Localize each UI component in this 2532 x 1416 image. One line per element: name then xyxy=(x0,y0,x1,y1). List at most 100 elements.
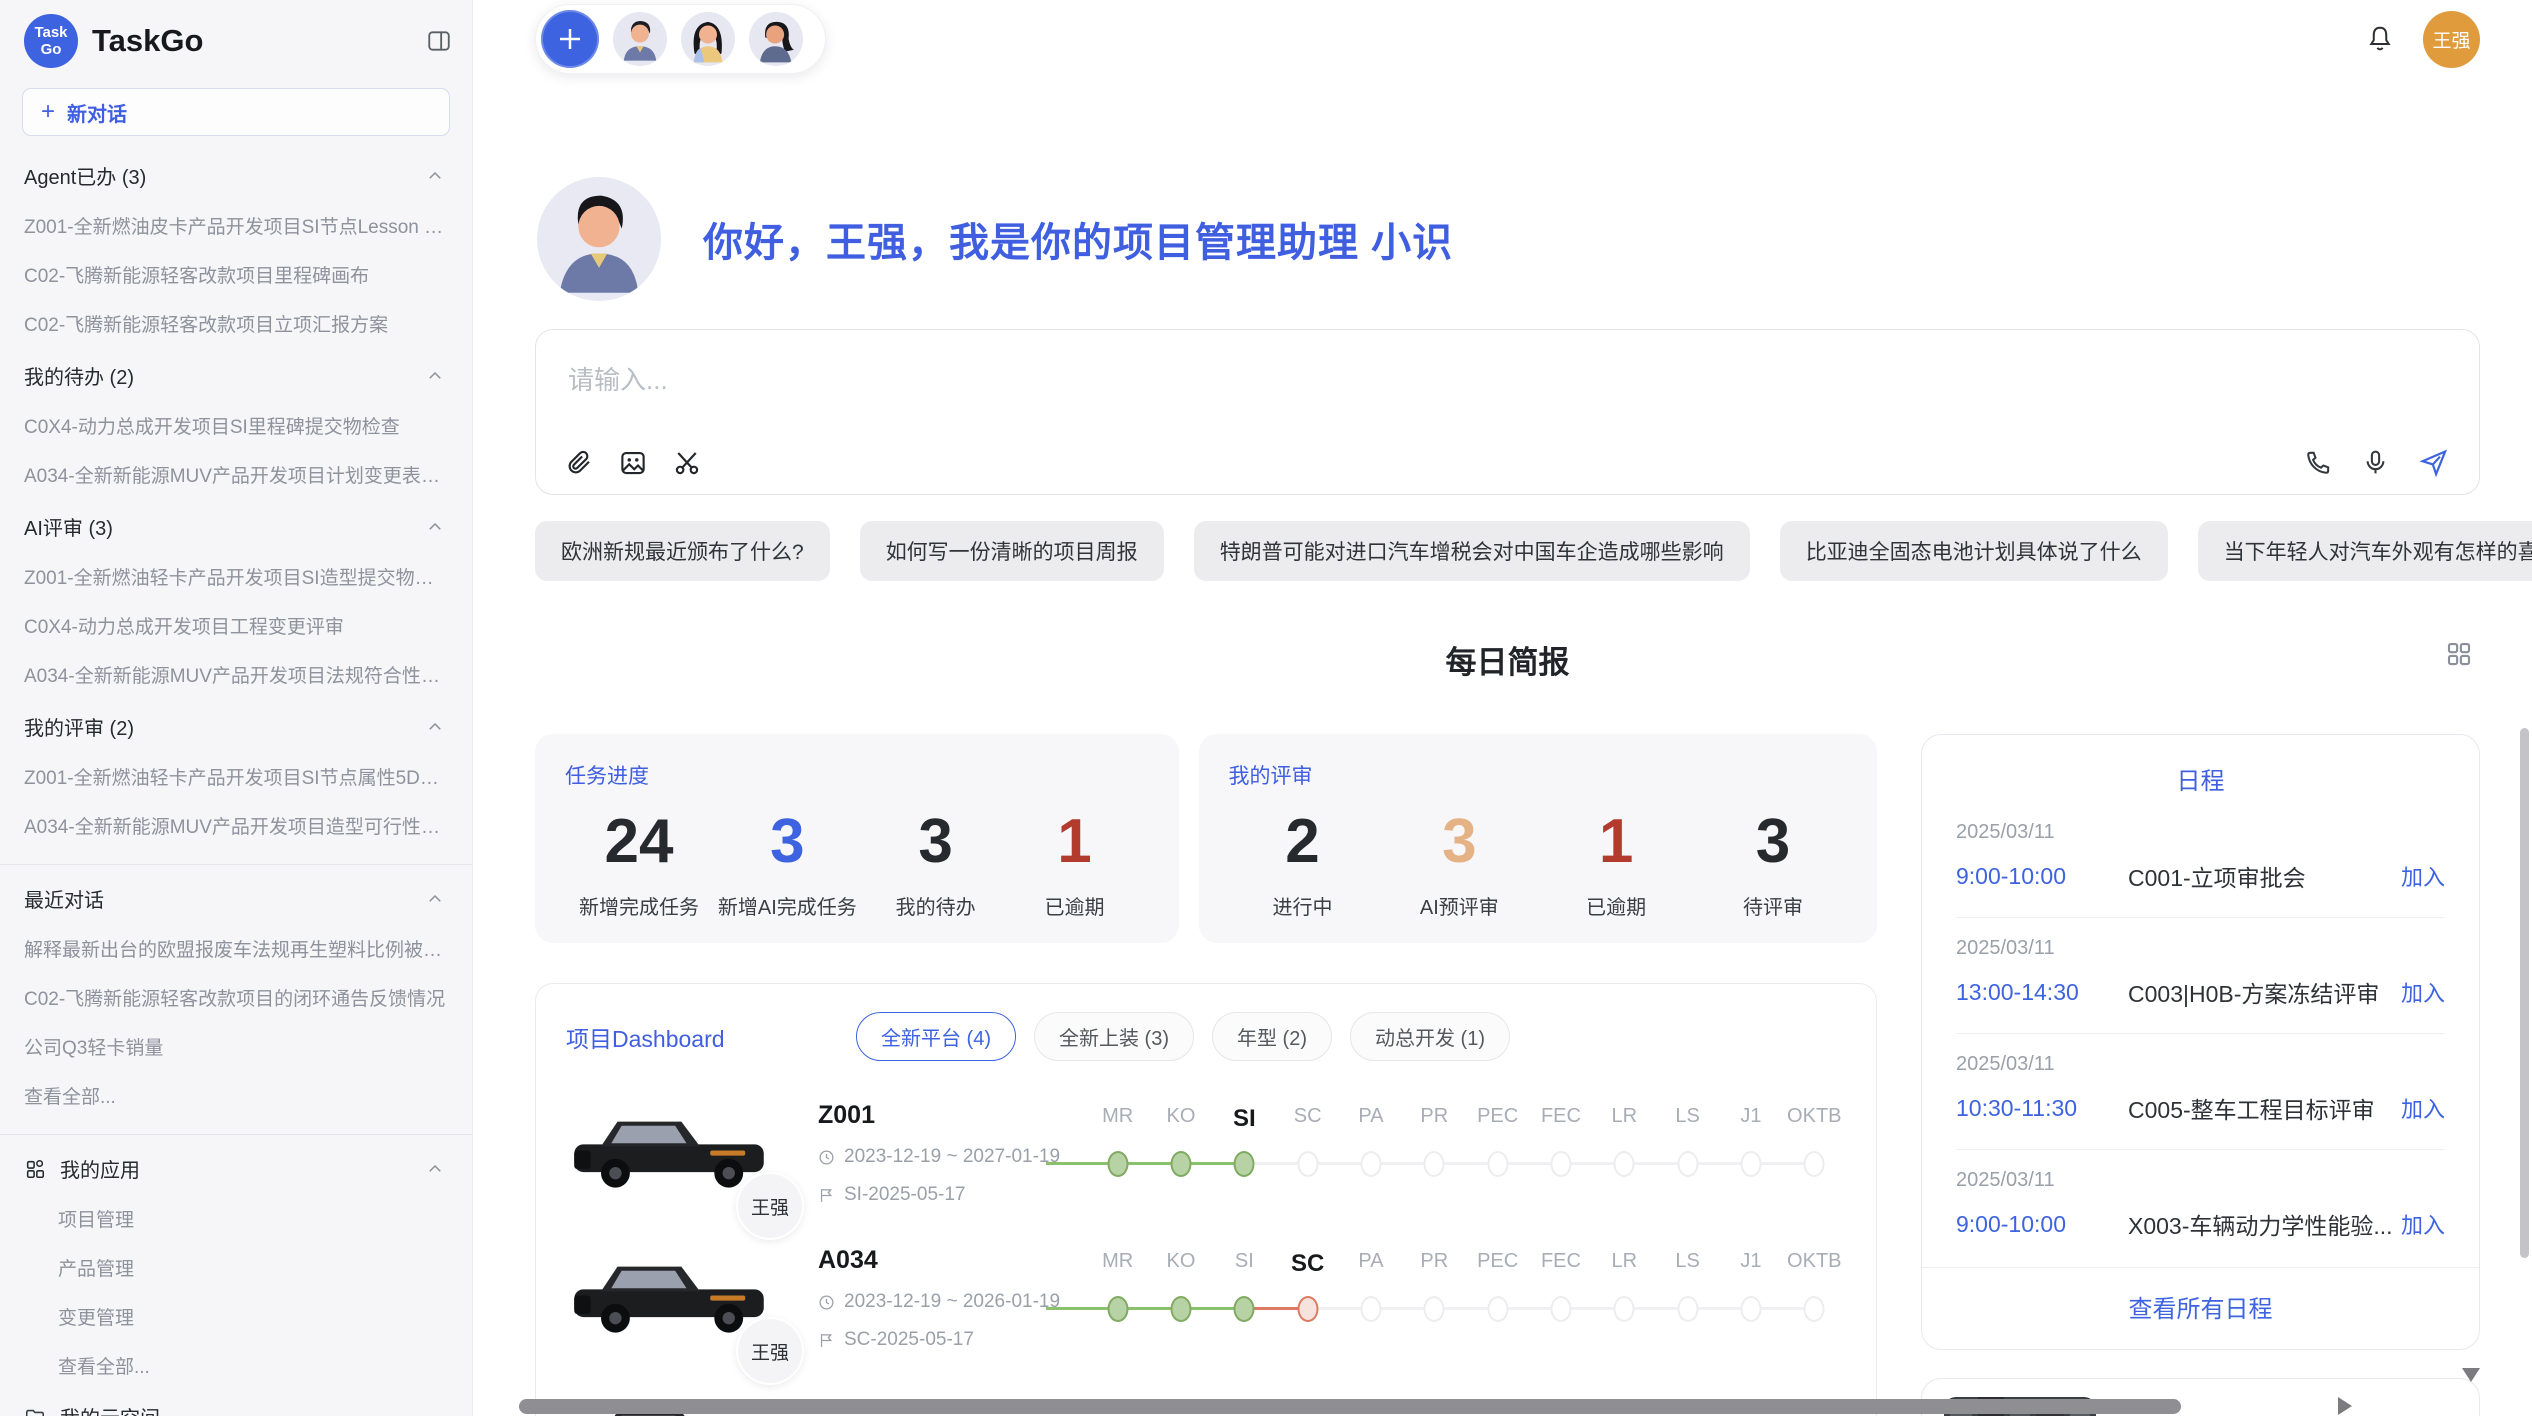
stat: 2进行中 xyxy=(1243,806,1363,920)
avatar[interactable] xyxy=(681,12,735,66)
milestone-dot[interactable] xyxy=(1741,1151,1762,1177)
send-icon[interactable] xyxy=(2418,447,2449,478)
sidebar-scroll-area[interactable]: Agent已办 (3)Z001-全新燃油皮卡产品开发项目SI节点Lesson L… xyxy=(0,142,472,1416)
project-filter-tab[interactable]: 年型 (2) xyxy=(1212,1012,1332,1061)
join-meeting-link[interactable]: 加入 xyxy=(2401,1208,2445,1240)
chat-input-card[interactable]: 请输入... xyxy=(535,329,2480,495)
image-icon[interactable] xyxy=(618,448,648,478)
avatar[interactable] xyxy=(613,12,667,66)
milestone-dot[interactable] xyxy=(1551,1296,1572,1322)
sidebar-task-item[interactable]: A034-全新新能源MUV产品开发项目计划变更表编写 xyxy=(0,450,472,499)
sidebar-task-item[interactable]: C0X4-动力总成开发项目工程变更评审 xyxy=(0,601,472,650)
milestone-dot[interactable] xyxy=(1677,1151,1698,1177)
recent-conversation-item[interactable]: 公司Q3轻卡销量 xyxy=(0,1022,472,1071)
recent-conversation-item[interactable]: 解释最新出台的欧盟报废车法规再生塑料比例被调至15%... xyxy=(0,924,472,973)
milestone-dot[interactable] xyxy=(1677,1296,1698,1322)
chevron-up-icon[interactable] xyxy=(426,518,444,536)
join-meeting-link[interactable]: 加入 xyxy=(2401,1092,2445,1124)
my-apps-sub-item[interactable]: 变更管理 xyxy=(0,1292,472,1341)
milestone-dot[interactable] xyxy=(1171,1296,1192,1322)
sidebar-task-item[interactable]: C02-飞腾新能源轻客改款项目立项汇报方案 xyxy=(0,299,472,348)
milestone-dot[interactable] xyxy=(1107,1296,1128,1322)
project-row[interactable]: 王强 Z001 2023-12-19 ~ 2027-01-19 SI-2025-… xyxy=(566,1099,1846,1206)
my-apps-sub-item[interactable]: 项目管理 xyxy=(0,1194,472,1243)
chat-input-placeholder[interactable]: 请输入... xyxy=(568,360,2447,397)
add-member-button[interactable] xyxy=(541,10,599,68)
notification-bell-icon[interactable] xyxy=(2365,24,2395,54)
suggestion-chip[interactable]: 当下年轻人对汽车外观有怎样的喜好趋势 xyxy=(2198,521,2532,581)
milestone-dot[interactable] xyxy=(1107,1151,1128,1177)
join-meeting-link[interactable]: 加入 xyxy=(2401,976,2445,1008)
milestone-dot[interactable] xyxy=(1234,1151,1255,1177)
join-meeting-link[interactable]: 加入 xyxy=(2401,860,2445,892)
milestone-label: SC xyxy=(1276,1105,1339,1133)
grid-icon xyxy=(24,1158,46,1180)
milestone-dot[interactable] xyxy=(1804,1296,1825,1322)
sidebar-task-item[interactable]: C0X4-动力总成开发项目SI里程碑提交物检查 xyxy=(0,401,472,450)
sidebar-section-header[interactable]: Agent已办 (3) xyxy=(0,148,472,201)
new-chat-button[interactable]: + 新对话 xyxy=(22,88,450,136)
project-row[interactable]: 王强 A034 2023-12-19 ~ 2026-01-19 SC-2025-… xyxy=(566,1244,1846,1351)
project-filter-tab[interactable]: 全新平台 (4) xyxy=(856,1012,1016,1061)
milestone-track xyxy=(1086,1143,1846,1187)
milestone-dot[interactable] xyxy=(1804,1151,1825,1177)
sidebar-section-header[interactable]: 我的评审 (2) xyxy=(0,699,472,752)
chevron-up-icon[interactable] xyxy=(426,1160,444,1178)
project-filter-tab[interactable]: 动总开发 (1) xyxy=(1350,1012,1510,1061)
sidebar-task-item[interactable]: Z001-全新燃油轻卡产品开发项目SI造型提交物评审 xyxy=(0,552,472,601)
chevron-up-icon[interactable] xyxy=(426,167,444,185)
avatar[interactable] xyxy=(749,12,803,66)
milestone-dot[interactable] xyxy=(1424,1151,1445,1177)
microphone-icon[interactable] xyxy=(2361,448,2390,477)
suggestion-chip[interactable]: 比亚迪全固态电池计划具体说了什么 xyxy=(1780,521,2168,581)
scissors-icon[interactable] xyxy=(672,448,702,478)
suggestion-chip[interactable]: 如何写一份清晰的项目周报 xyxy=(860,521,1164,581)
layout-grid-icon[interactable] xyxy=(2444,639,2474,669)
vertical-scrollbar[interactable] xyxy=(2520,728,2529,1258)
milestone-dot[interactable] xyxy=(1487,1151,1508,1177)
sidebar-task-item[interactable]: Z001-全新燃油轻卡产品开发项目SI节点属性5D文件评审 xyxy=(0,752,472,801)
sidebar-section-header[interactable]: 最近对话 xyxy=(0,871,472,924)
suggestion-chip[interactable]: 欧洲新规最近颁布了什么? xyxy=(535,521,830,581)
phone-icon[interactable] xyxy=(2304,448,2333,477)
scroll-right-arrow[interactable] xyxy=(2338,1397,2352,1415)
milestone-dot[interactable] xyxy=(1297,1296,1318,1322)
milestone-dot[interactable] xyxy=(1424,1296,1445,1322)
chevron-up-icon[interactable] xyxy=(426,367,444,385)
sidebar-task-item[interactable]: Z001-全新燃油皮卡产品开发项目SI节点Lesson Learn报告 xyxy=(0,201,472,250)
milestone-dot[interactable] xyxy=(1487,1296,1508,1322)
milestone-dot[interactable] xyxy=(1361,1151,1382,1177)
milestone-dot[interactable] xyxy=(1551,1151,1572,1177)
chevron-up-icon[interactable] xyxy=(426,890,444,908)
user-avatar[interactable]: 王强 xyxy=(2423,11,2480,68)
chevron-up-icon[interactable] xyxy=(426,718,444,736)
sidebar-task-item[interactable]: C02-飞腾新能源轻客改款项目里程碑画布 xyxy=(0,250,472,299)
sidebar-item-my-apps[interactable]: 我的应用 xyxy=(0,1141,472,1194)
milestone-dot[interactable] xyxy=(1741,1296,1762,1322)
view-all-schedule-link[interactable]: 查看所有日程 xyxy=(1922,1267,2479,1349)
sidebar-section-header[interactable]: 我的待办 (2) xyxy=(0,348,472,401)
scroll-down-arrow[interactable] xyxy=(2462,1368,2480,1382)
sidebar-section-header[interactable]: AI评审 (3) xyxy=(0,499,472,552)
sidebar-collapse-icon[interactable] xyxy=(426,28,452,54)
horizontal-scrollbar[interactable] xyxy=(519,1399,2181,1414)
milestone-dot[interactable] xyxy=(1234,1296,1255,1322)
attachment-icon[interactable] xyxy=(564,448,594,478)
milestone-dot[interactable] xyxy=(1614,1296,1635,1322)
view-all-conversations-link[interactable]: 查看全部... xyxy=(0,1071,472,1120)
milestone-label: LR xyxy=(1593,1250,1656,1278)
sidebar-task-item[interactable]: A034-全新新能源MUV产品开发项目造型可行性评审 xyxy=(0,801,472,850)
milestone-dot[interactable] xyxy=(1297,1151,1318,1177)
recent-conversation-item[interactable]: C02-飞腾新能源轻客改款项目的闭环通告反馈情况 xyxy=(0,973,472,1022)
my-apps-sub-item[interactable]: 产品管理 xyxy=(0,1243,472,1292)
my-apps-sub-item[interactable]: 查看全部... xyxy=(0,1341,472,1390)
schedule-event-name: X003-车辆动力学性能验... xyxy=(2128,1207,2401,1241)
sidebar-item-cloud-space[interactable]: 我的云空间 xyxy=(0,1390,472,1416)
project-filter-tab[interactable]: 全新上装 (3) xyxy=(1034,1012,1194,1061)
milestone-dot[interactable] xyxy=(1614,1151,1635,1177)
schedule-item: 2025/03/11 9:00-10:00 X003-车辆动力学性能验... 加… xyxy=(1956,1149,2445,1265)
milestone-dot[interactable] xyxy=(1171,1151,1192,1177)
suggestion-chip[interactable]: 特朗普可能对进口汽车增税会对中国车企造成哪些影响 xyxy=(1194,521,1750,581)
sidebar-task-item[interactable]: A034-全新新能源MUV产品开发项目法规符合性评审 xyxy=(0,650,472,699)
milestone-dot[interactable] xyxy=(1361,1296,1382,1322)
